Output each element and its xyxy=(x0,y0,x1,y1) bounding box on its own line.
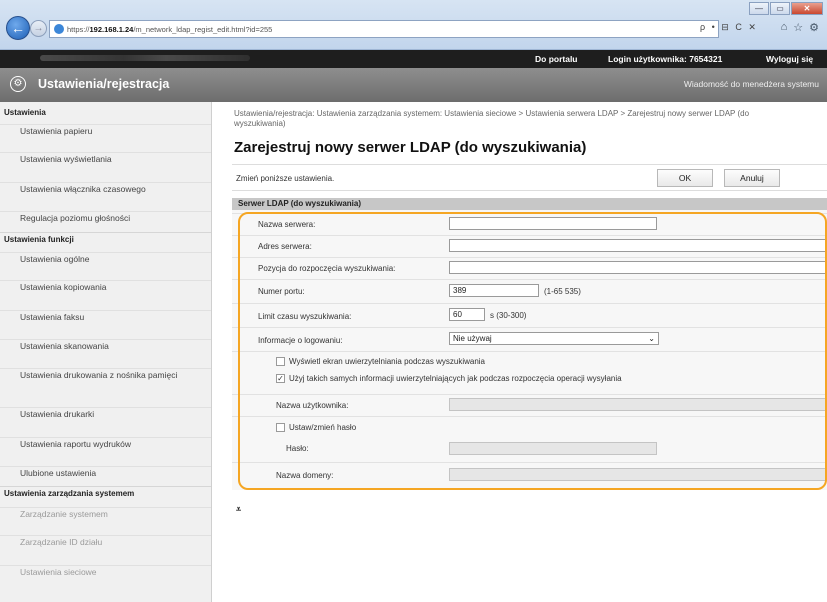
port-label: Numer portu: xyxy=(258,287,305,296)
server-address-input[interactable] xyxy=(449,239,827,252)
form-row: ✓ Użyj takich samych informacji uwierzyt… xyxy=(232,371,827,391)
back-arrow-icon[interactable]: ← xyxy=(6,16,30,40)
sidebar-heading-settings: Ustawienia xyxy=(4,108,46,117)
sidebar: Ustawienia Ustawienia papieru Ustawienia… xyxy=(0,102,212,602)
sidebar-divider xyxy=(0,486,211,487)
home-icon[interactable]: ⌂ xyxy=(781,21,788,34)
show-auth-label: Wyświetl ekran uwierzytelniania podczas … xyxy=(289,357,486,366)
form-row: Wyświetl ekran uwierzytelniania podczas … xyxy=(232,351,827,371)
device-name-blurred xyxy=(40,55,250,61)
settings-titlebar: ⚙ Ustawienia/rejestracja Wiadomość do me… xyxy=(0,68,827,102)
set-password-checkbox[interactable] xyxy=(276,423,285,432)
close-window-button[interactable]: ✕ xyxy=(791,2,823,15)
form-row: Pozycja do rozpoczęcia wyszukiwania: xyxy=(232,257,827,277)
username-label: Nazwa użytkownika: xyxy=(276,401,349,410)
instruction-row: Zmień poniższe ustawienia. OK Anuluj xyxy=(232,164,827,191)
address-prefix: https:// xyxy=(67,24,90,34)
set-password-label: Ustaw/zmień hasło xyxy=(289,423,357,432)
page-title: Zarejestruj nowy serwer LDAP (do wyszuki… xyxy=(234,139,587,156)
minimize-button[interactable]: — xyxy=(749,2,769,15)
domain-label: Nazwa domeny: xyxy=(276,471,334,480)
section-header: Serwer LDAP (do wyszukiwania) xyxy=(232,198,827,210)
sidebar-item-department-id[interactable]: Zarządzanie ID działu xyxy=(0,535,211,548)
breadcrumb[interactable]: Ustawienia/rejestracja: Ustawienia zarzą… xyxy=(234,109,794,129)
sidebar-item-scan[interactable]: Ustawienia skanowania xyxy=(0,339,211,352)
ok-button[interactable]: OK xyxy=(657,169,713,187)
port-input[interactable]: 389 xyxy=(449,284,539,297)
form-row: Ustaw/zmień hasło xyxy=(232,416,827,436)
sidebar-item-timer[interactable]: Ustawienia włącznika czasowego xyxy=(0,182,211,195)
sidebar-heading-functions: Ustawienia funkcji xyxy=(4,235,74,244)
server-address-label: Adres serwera: xyxy=(258,242,312,251)
password-input[interactable] xyxy=(449,442,657,455)
login-user-text: Login użytkownika: 7654321 xyxy=(608,54,723,64)
logout-link[interactable]: Wyloguj się xyxy=(766,54,813,64)
sidebar-item-memory-print[interactable]: Ustawienia drukowania z nośnika pamięci xyxy=(0,368,211,381)
browser-chrome: — ▭ ✕ ← → https:// 192.168.1.24 /m_netwo… xyxy=(0,0,827,50)
port-range-hint: (1-65 535) xyxy=(544,287,581,296)
form-row: Hasło: xyxy=(232,438,827,458)
window-controls: — ▭ ✕ xyxy=(749,2,823,15)
use-same-auth-checkbox[interactable]: ✓ xyxy=(276,374,285,383)
username-input[interactable] xyxy=(449,398,827,411)
section-title: Ustawienia/rejestracja xyxy=(38,77,170,91)
show-auth-checkbox[interactable] xyxy=(276,357,285,366)
password-label: Hasło: xyxy=(286,444,309,453)
sidebar-item-paper[interactable]: Ustawienia papieru xyxy=(0,124,211,137)
address-bar[interactable]: https:// 192.168.1.24 /m_network_ldap_re… xyxy=(49,20,719,38)
gear-icon[interactable]: ⚙ xyxy=(809,21,819,34)
sidebar-item-network[interactable]: Ustawienia sieciowe xyxy=(0,565,211,578)
domain-input[interactable] xyxy=(449,468,827,481)
ldap-form: Nazwa serwera: Adres serwera: Pozycja do… xyxy=(232,210,827,490)
portal-link[interactable]: Do portalu xyxy=(535,54,578,64)
chevron-down-icon: ⌄ xyxy=(648,334,655,343)
timeout-label: Limit czasu wyszukiwania: xyxy=(258,312,352,321)
maximize-button[interactable]: ▭ xyxy=(770,2,790,15)
forward-arrow-icon[interactable]: → xyxy=(30,20,47,37)
sidebar-item-print-report[interactable]: Ustawienia raportu wydruków xyxy=(0,437,211,450)
address-controls[interactable]: ρ • ⊟ C ✕ xyxy=(700,22,758,33)
form-row: Numer portu: 389 (1-65 535) xyxy=(232,279,827,301)
sidebar-item-favorites[interactable]: Ulubione ustawienia xyxy=(0,466,211,479)
timeout-input[interactable]: 60 xyxy=(449,308,485,321)
timeout-unit: s (30-300) xyxy=(490,311,527,320)
form-row: Nazwa serwera: xyxy=(232,213,827,233)
star-icon[interactable]: ☆ xyxy=(793,21,803,34)
sidebar-item-display[interactable]: Ustawienia wyświetlania xyxy=(0,152,211,165)
login-info-select[interactable]: Nie używaj ⌄ xyxy=(449,332,659,345)
sidebar-item-system-management[interactable]: Zarządzanie systemem xyxy=(0,507,211,520)
device-topbar: Do portalu Login użytkownika: 7654321 Wy… xyxy=(0,50,827,68)
sidebar-heading-system: Ustawienia zarządzania systemem xyxy=(4,489,135,498)
address-path: /m_network_ldap_regist_edit.html?id=255 xyxy=(133,24,273,34)
ie-page-icon xyxy=(54,24,64,34)
sidebar-item-fax[interactable]: Ustawienia faksu xyxy=(0,310,211,323)
server-name-label: Nazwa serwera: xyxy=(258,220,316,229)
instruction-text: Zmień poniższe ustawienia. xyxy=(236,174,335,183)
login-info-value: Nie używaj xyxy=(453,334,492,343)
server-name-input[interactable] xyxy=(449,217,657,230)
cancel-button[interactable]: Anuluj xyxy=(724,169,780,187)
sidebar-item-volume[interactable]: Regulacja poziomu głośności xyxy=(0,211,211,224)
use-same-auth-label: Użyj takich samych informacji uwierzytel… xyxy=(289,374,622,383)
form-row: Nazwa domeny: xyxy=(232,462,827,484)
form-row: Nazwa użytkownika: xyxy=(232,394,827,414)
form-row: Limit czasu wyszukiwania: 60 s (30-300) xyxy=(232,303,827,325)
sidebar-item-copy[interactable]: Ustawienia kopiowania xyxy=(0,280,211,293)
search-start-input[interactable] xyxy=(449,261,827,274)
form-row: Informacje o logowaniu: Nie używaj ⌄ xyxy=(232,327,827,349)
sidebar-item-general[interactable]: Ustawienia ogólne xyxy=(0,252,211,265)
sidebar-divider xyxy=(0,232,211,233)
settings-gear-icon: ⚙ xyxy=(10,76,26,92)
form-row: Adres serwera: xyxy=(232,235,827,255)
sidebar-item-printer[interactable]: Ustawienia drukarki xyxy=(0,407,211,420)
address-host: 192.168.1.24 xyxy=(89,24,134,34)
login-info-label: Informacje o logowaniu: xyxy=(258,336,343,345)
browser-toolbar: ⌂ ☆ ⚙ xyxy=(781,21,819,34)
message-to-admin-link[interactable]: Wiadomość do menedżera systemu xyxy=(684,79,819,89)
search-start-label: Pozycja do rozpoczęcia wyszukiwania: xyxy=(258,264,396,273)
back-to-top-icon[interactable]: ⩡ xyxy=(236,504,241,515)
